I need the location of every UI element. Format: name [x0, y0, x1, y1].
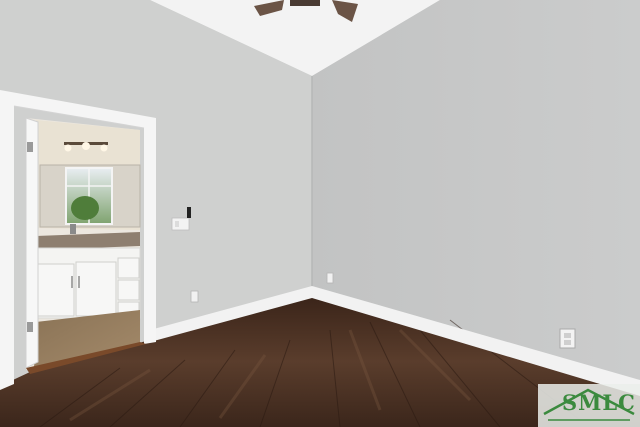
room-scene: [0, 0, 640, 427]
bathroom-view: [25, 117, 141, 370]
outlet-icon: [326, 272, 334, 284]
watermark-text: SMLC: [562, 390, 636, 415]
outlet-icon: [559, 328, 576, 349]
room-photo: SMLC: [0, 0, 640, 427]
outlet-icon: [190, 290, 199, 303]
watermark-logo: SMLC: [538, 384, 640, 427]
